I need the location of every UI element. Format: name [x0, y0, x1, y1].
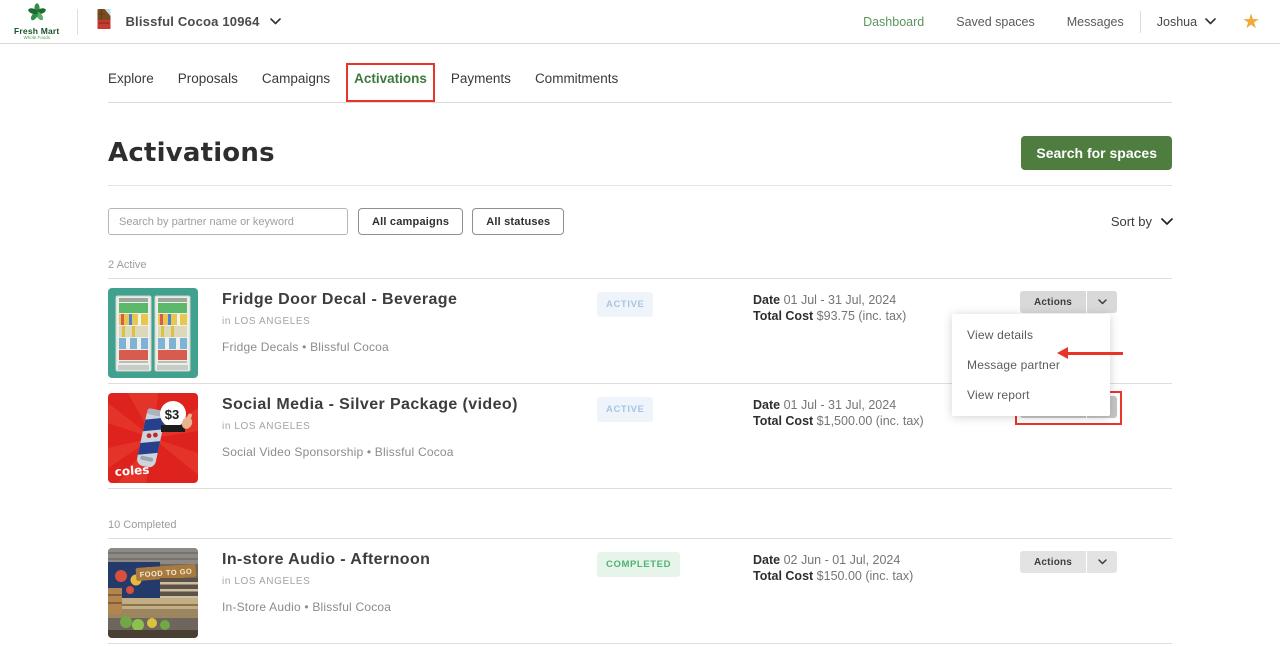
activation-row-fridge-door-decal: Fridge Door Decal - Beverage in LOS ANGE…	[108, 279, 1172, 384]
activation-location: in LOS ANGELES	[222, 576, 597, 587]
actions-split-button[interactable]: Actions	[1020, 291, 1117, 313]
cost-label: Total Cost	[753, 309, 813, 323]
cost-value: $1,500.00 (inc. tax)	[817, 414, 924, 428]
tab-proposals[interactable]: Proposals	[178, 70, 238, 102]
tab-explore[interactable]: Explore	[108, 70, 154, 102]
campaigns-filter-button[interactable]: All campaigns	[358, 208, 463, 235]
tab-activations[interactable]: Activations	[354, 70, 427, 102]
activation-title[interactable]: Social Media - Silver Package (video)	[222, 396, 597, 414]
actions-dropdown-menu: View details Message partner View report	[952, 314, 1110, 416]
status-badge: COMPLETED	[597, 552, 680, 577]
brand-selector-dropdown[interactable]: Blissful Cocoa 10964	[96, 8, 280, 35]
brand-selector-label: Blissful Cocoa 10964	[125, 14, 259, 29]
activation-meta: Social Video Sponsorship • Blissful Coco…	[222, 445, 597, 459]
search-input[interactable]	[108, 208, 348, 235]
sort-by-label: Sort by	[1111, 214, 1152, 229]
header-divider	[1140, 11, 1141, 33]
saved-spaces-link[interactable]: Saved spaces	[956, 15, 1035, 29]
actions-caret-button[interactable]	[1087, 291, 1117, 313]
activation-location: in LOS ANGELES	[222, 421, 597, 432]
instore-audio-thumbnail[interactable]: FOOD TO GO	[108, 548, 198, 638]
activation-meta: Fridge Decals • Blissful Cocoa	[222, 340, 597, 354]
user-name: Joshua	[1157, 15, 1197, 29]
activation-title[interactable]: In-store Audio - Afternoon	[222, 551, 597, 569]
status-badge: ACTIVE	[597, 292, 653, 317]
date-row: Date 01 Jul - 31 Jul, 2024	[753, 292, 1020, 308]
date-label: Date	[753, 398, 780, 412]
status-badge: ACTIVE	[597, 397, 653, 422]
sort-by-dropdown[interactable]: Sort by	[1111, 214, 1172, 229]
header-divider	[77, 9, 78, 35]
favorites-star-icon[interactable]: ★	[1242, 12, 1260, 32]
user-menu[interactable]: Joshua	[1157, 15, 1216, 29]
page-title: Activations	[108, 138, 275, 168]
date-value: 01 Jul - 31 Jul, 2024	[784, 398, 897, 412]
top-bar: Fresh Mart Whole Foods Blissful Cocoa 10…	[0, 0, 1280, 44]
search-for-spaces-button[interactable]: Search for spaces	[1021, 136, 1172, 170]
cost-label: Total Cost	[753, 414, 813, 428]
actions-split-button[interactable]: Actions	[1020, 551, 1117, 573]
coles-logo-text: coles	[114, 463, 150, 479]
tab-campaigns[interactable]: Campaigns	[262, 70, 330, 102]
leaf-logo-icon	[22, 3, 52, 26]
actions-button-label[interactable]: Actions	[1020, 291, 1086, 313]
divider	[108, 185, 1172, 186]
date-label: Date	[753, 553, 780, 567]
price-tag-text: $3	[165, 407, 179, 422]
menu-item-view-report[interactable]: View report	[952, 380, 1110, 410]
activation-meta: In-Store Audio • Blissful Cocoa	[222, 600, 597, 614]
social-media-thumbnail[interactable]: $3 coles	[108, 393, 198, 483]
date-row: Date 02 Jun - 01 Jul, 2024	[753, 552, 1020, 568]
main-nav: Explore Proposals Campaigns Activations …	[0, 44, 1280, 103]
fresh-mart-logo[interactable]: Fresh Mart Whole Foods	[14, 3, 59, 41]
cost-value: $150.00 (inc. tax)	[817, 569, 914, 583]
menu-item-view-details[interactable]: View details	[952, 320, 1110, 350]
chocolate-bar-icon	[96, 8, 112, 35]
date-value: 01 Jul - 31 Jul, 2024	[784, 293, 897, 307]
dashboard-link[interactable]: Dashboard	[863, 15, 924, 29]
actions-button-label[interactable]: Actions	[1020, 551, 1086, 573]
statuses-filter-button[interactable]: All statuses	[472, 208, 564, 235]
logo-name: Fresh Mart	[14, 27, 59, 36]
date-label: Date	[753, 293, 780, 307]
cost-value: $93.75 (inc. tax)	[817, 309, 907, 323]
section-header-completed: 10 Completed	[108, 519, 1172, 539]
activation-location: in LOS ANGELES	[222, 316, 597, 327]
tab-payments[interactable]: Payments	[451, 70, 511, 102]
chevron-down-icon	[270, 18, 281, 25]
cost-label: Total Cost	[753, 569, 813, 583]
red-annotation-arrow	[1057, 347, 1123, 359]
activation-title[interactable]: Fridge Door Decal - Beverage	[222, 291, 597, 309]
activation-row-instore-audio: FOOD TO GO In-store Audio - After	[108, 539, 1172, 644]
chevron-down-icon	[1205, 18, 1216, 25]
messages-link[interactable]: Messages	[1067, 15, 1124, 29]
chevron-down-icon	[1161, 218, 1172, 225]
section-header-active: 2 Active	[108, 259, 1172, 279]
tab-activations-label: Activations	[354, 71, 427, 86]
fridge-decal-thumbnail[interactable]	[108, 288, 198, 378]
cost-row: Total Cost $150.00 (inc. tax)	[753, 568, 1020, 584]
tab-commitments[interactable]: Commitments	[535, 70, 618, 102]
date-value: 02 Jun - 01 Jul, 2024	[784, 553, 901, 567]
actions-caret-button[interactable]	[1087, 551, 1117, 573]
logo-subtitle: Whole Foods	[23, 36, 50, 41]
